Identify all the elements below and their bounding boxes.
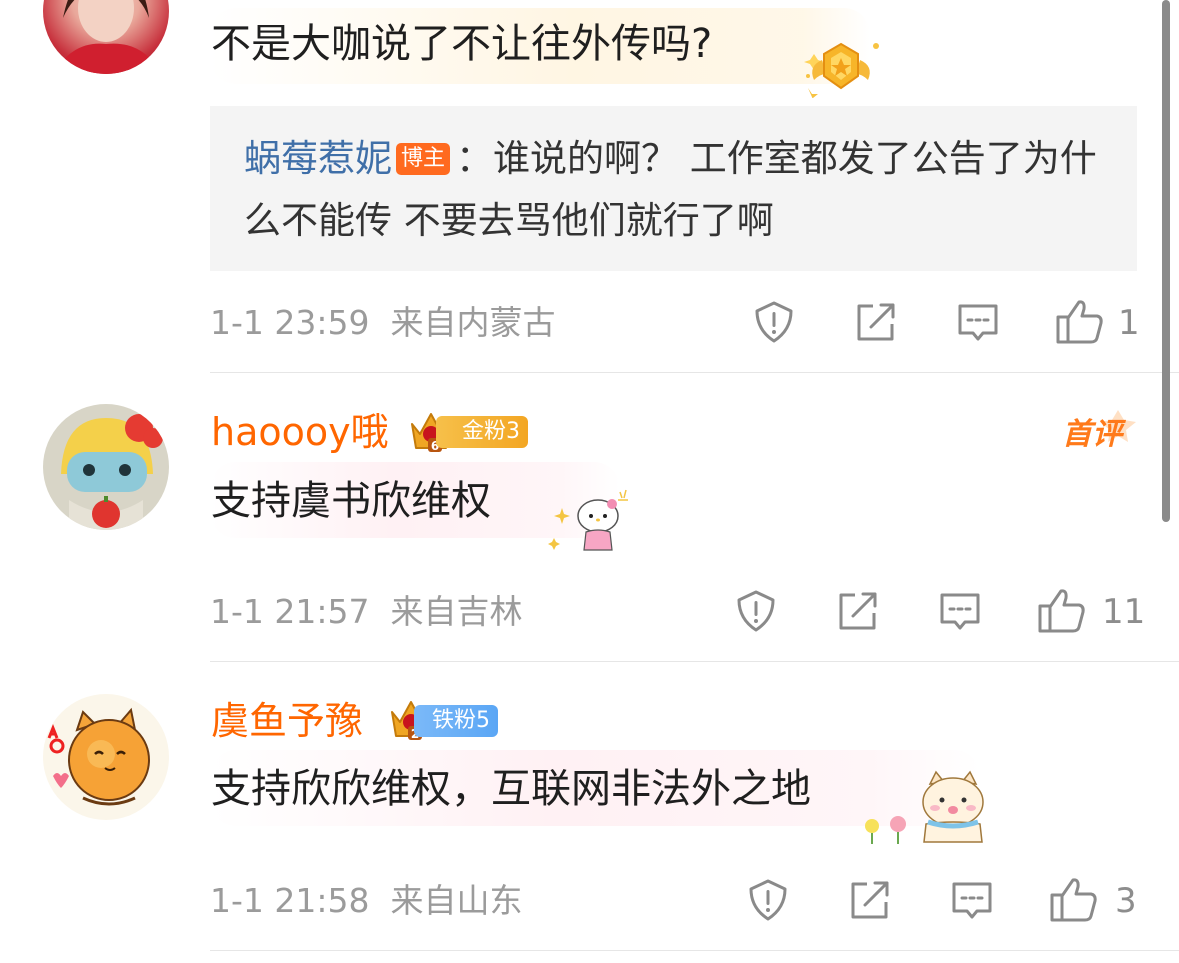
report-icon[interactable] [734, 589, 778, 633]
comment-text: 不是大咖说了不让往外传吗? [211, 21, 713, 67]
report-icon[interactable] [752, 300, 796, 344]
comment-location: 来自内蒙古 [390, 303, 556, 342]
blogger-badge: 博主 [396, 143, 451, 175]
first-comment-label: 首评 [1062, 417, 1127, 452]
reply-content: 蜗莓惹妮 博主 ：谁说的啊？ 工作室都发了公告了为什么不能传 不要去骂他们就行了啊 [244, 128, 1124, 252]
comment-meta: 1-1 23:59 来自内蒙古 [210, 303, 555, 343]
gold-medal-sticker-icon [804, 42, 879, 98]
like-icon[interactable] [1055, 298, 1105, 346]
share-icon[interactable] [855, 302, 897, 342]
comment-text: 支持虞书欣维权 [211, 478, 491, 524]
first-comment-badge: 首评 [1062, 410, 1136, 452]
comment-text: 支持欣欣维权，互联网非法外之地 [211, 766, 811, 812]
avatar-portrait [53, 0, 161, 74]
comment-time: 1-1 21:57 [210, 592, 370, 631]
like-count: 11 [1102, 592, 1146, 632]
hello-kitty-sticker-icon [548, 489, 628, 551]
scrollbar[interactable] [1162, 0, 1170, 522]
reply-author-name[interactable]: 蜗莓惹妮 [244, 137, 392, 180]
fan-badge: 金粉3 [436, 416, 528, 448]
comment-icon[interactable] [938, 589, 982, 633]
comment-location: 来自山东 [390, 881, 523, 920]
share-icon[interactable] [837, 591, 879, 631]
like-icon[interactable] [1037, 587, 1087, 635]
comment-location: 来自吉林 [390, 592, 523, 631]
like-count: 3 [1115, 881, 1137, 921]
fan-badge: 铁粉5 [414, 705, 498, 737]
report-icon[interactable] [746, 878, 790, 922]
comment-meta: 1-1 21:58 来自山东 [210, 881, 522, 921]
like-icon[interactable] [1049, 876, 1099, 924]
avatar-toy-figure [61, 414, 163, 530]
comment-time: 1-1 21:58 [210, 881, 370, 920]
comment-time: 1-1 23:59 [210, 303, 370, 342]
avatar[interactable] [43, 404, 169, 530]
reply-box[interactable]: 蜗莓惹妮 博主 ：谁说的啊？ 工作室都发了公告了为什么不能传 不要去骂他们就行了啊 [210, 106, 1137, 271]
avatar[interactable] [43, 694, 169, 820]
comment-author-name[interactable]: haoooy哦 [211, 409, 389, 455]
share-icon[interactable] [849, 880, 891, 920]
cat-with-flowers-sticker-icon [865, 770, 984, 844]
divider [210, 661, 1179, 662]
divider [210, 372, 1179, 373]
divider [210, 950, 1179, 951]
comment-author-name[interactable]: 虞鱼予豫 [211, 698, 363, 744]
comment-meta: 1-1 21:57 来自吉林 [210, 592, 522, 632]
avatar-orange-cat [47, 707, 150, 806]
like-count: 1 [1118, 303, 1140, 343]
comment-icon[interactable] [950, 878, 994, 922]
avatar[interactable] [43, 0, 169, 74]
comment-icon[interactable] [956, 300, 1000, 344]
